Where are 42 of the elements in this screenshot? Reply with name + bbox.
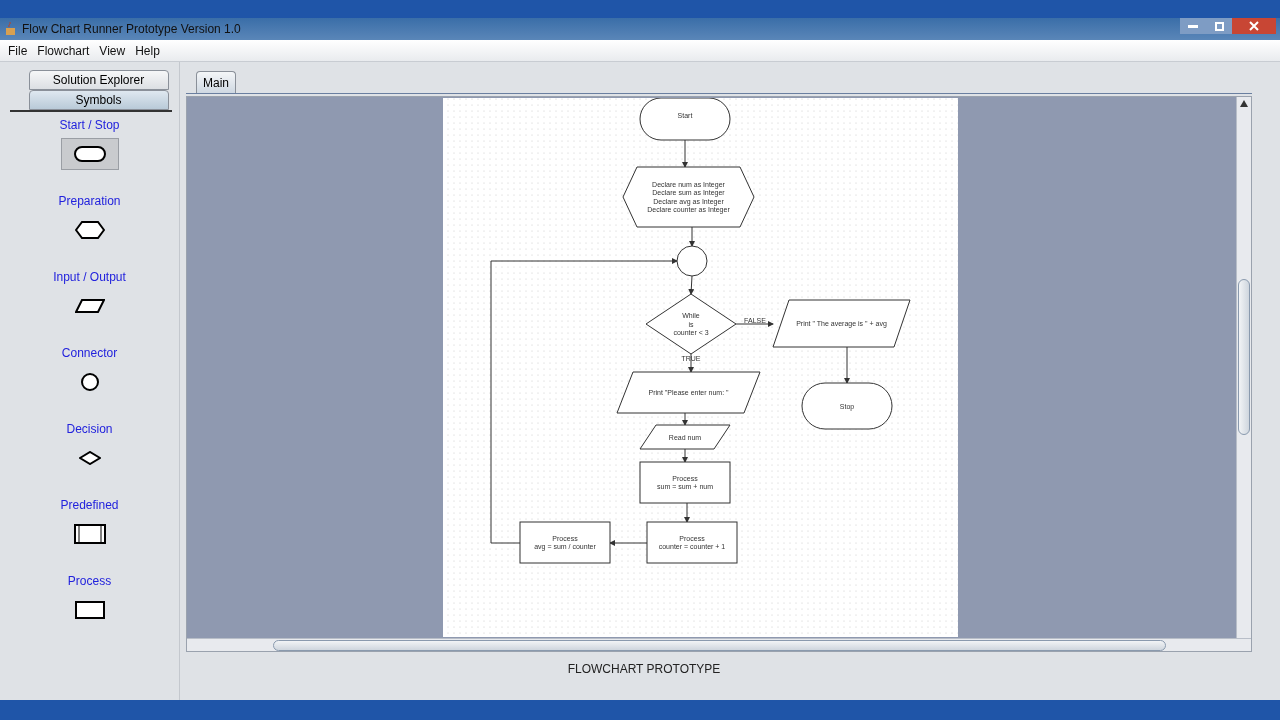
parallelogram-icon xyxy=(74,298,105,314)
connector-arrow xyxy=(682,412,688,426)
close-icon xyxy=(1249,21,1259,31)
connector-arrow xyxy=(688,275,695,295)
horizontal-scrollbar[interactable] xyxy=(187,638,1251,651)
connector-arrow xyxy=(844,346,850,384)
menu-item[interactable]: File xyxy=(6,41,30,60)
window-title: Flow Chart Runner Prototype Version 1.0 xyxy=(22,21,241,38)
predefined-process-icon xyxy=(73,524,106,544)
circle-icon xyxy=(79,372,100,392)
diamond-icon xyxy=(78,451,101,465)
connector-arrow xyxy=(684,502,690,523)
connector-arrow xyxy=(682,448,688,463)
connector-arrow xyxy=(682,139,688,168)
symbol-item[interactable]: Decision xyxy=(34,418,145,494)
connector-arrow xyxy=(735,321,774,327)
symbol-item[interactable]: Preparation xyxy=(34,190,145,266)
panel-tab[interactable]: Solution Explorer xyxy=(28,70,169,90)
connector-node[interactable] xyxy=(676,245,708,277)
panel-tab[interactable]: Symbols xyxy=(28,90,169,110)
close-button[interactable] xyxy=(1232,18,1276,34)
connector-arrow xyxy=(689,226,695,247)
terminal-icon xyxy=(72,145,107,163)
java-cup-icon xyxy=(4,22,18,36)
symbol-item[interactable]: Start / Stop xyxy=(34,114,145,190)
status-text: FLOWCHART PROTOTYPE xyxy=(567,661,721,678)
menu-item[interactable]: Help xyxy=(133,41,162,60)
hexagon-icon xyxy=(74,220,105,240)
symbol-item[interactable]: Predefined xyxy=(34,494,145,570)
symbol-item[interactable]: Process xyxy=(34,570,145,646)
scrollbar-thumb[interactable] xyxy=(273,639,1166,651)
vertical-scrollbar[interactable] xyxy=(1236,97,1251,638)
menu-item[interactable]: View xyxy=(97,41,128,60)
symbol-item[interactable]: Connector xyxy=(34,342,145,418)
document-tab[interactable]: Main xyxy=(196,71,236,93)
maximize-button[interactable] xyxy=(1206,18,1232,34)
menu-item[interactable]: Flowchart xyxy=(35,41,92,60)
scroll-up-icon[interactable] xyxy=(1240,100,1248,107)
symbol-item[interactable]: Input / Output xyxy=(34,266,145,342)
rectangle-icon xyxy=(74,601,105,619)
scrollbar-thumb[interactable] xyxy=(1238,279,1250,435)
minimize-button[interactable] xyxy=(1180,18,1206,34)
